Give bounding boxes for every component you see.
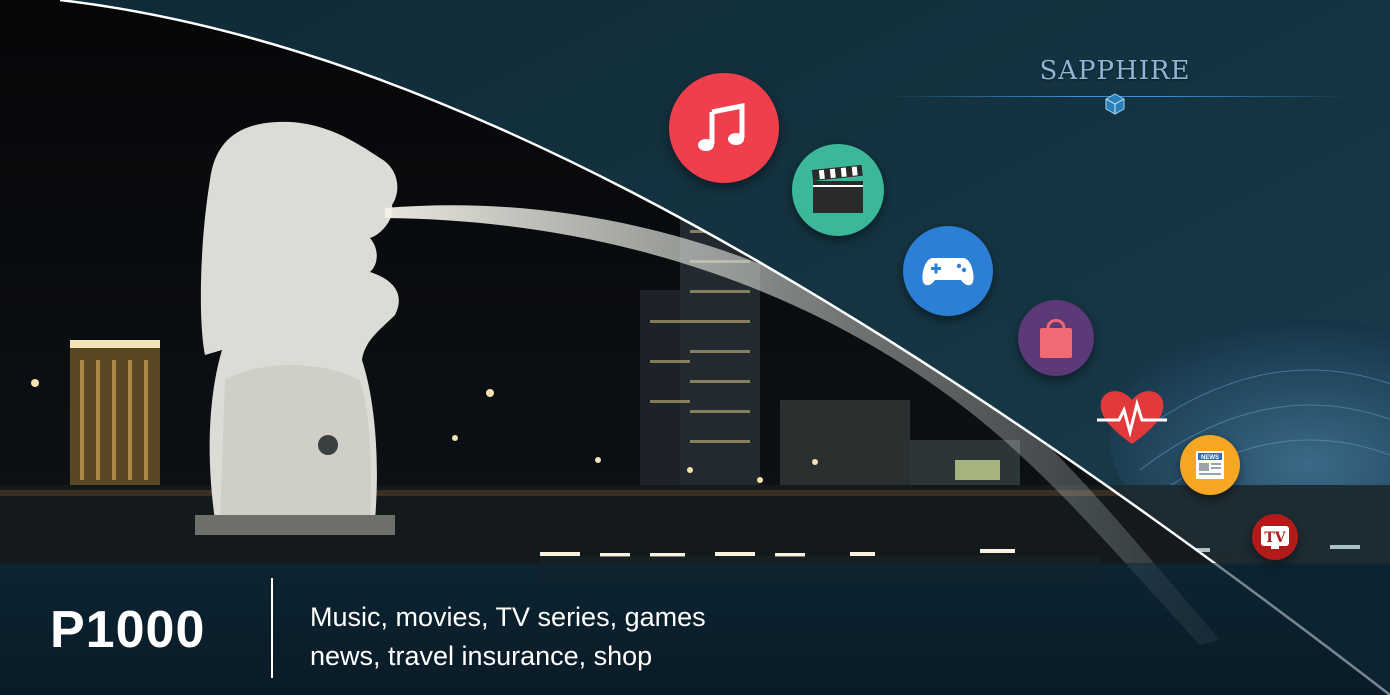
heartbeat-icon bbox=[1097, 391, 1167, 444]
offer-line-2: news, travel insurance, shop bbox=[310, 641, 653, 671]
music-icon bbox=[669, 73, 779, 183]
gem-icon bbox=[1105, 93, 1125, 115]
offer-description: Music, movies, TV series, games news, tr… bbox=[310, 598, 830, 676]
vertical-divider bbox=[271, 578, 273, 678]
clapperboard-icon bbox=[792, 144, 884, 236]
brand-name: SAPPHIRE bbox=[1039, 56, 1191, 86]
price-label: P1000 bbox=[50, 601, 206, 659]
merlion-statue bbox=[195, 121, 399, 535]
offer-line-1: Music, movies, TV series, games bbox=[310, 602, 706, 632]
tv-icon: TV bbox=[1252, 514, 1298, 560]
gamepad-icon bbox=[903, 226, 993, 316]
news-icon: NEWS bbox=[1180, 435, 1240, 495]
shopping-bag-icon bbox=[1018, 300, 1094, 376]
news-label: NEWS bbox=[1201, 455, 1219, 461]
banner: SAPPHIRE NEWS TV P1000 Music, movies, TV… bbox=[0, 0, 1390, 695]
brand-logo: SAPPHIRE bbox=[1030, 56, 1200, 86]
tv-label: TV bbox=[1264, 530, 1286, 546]
